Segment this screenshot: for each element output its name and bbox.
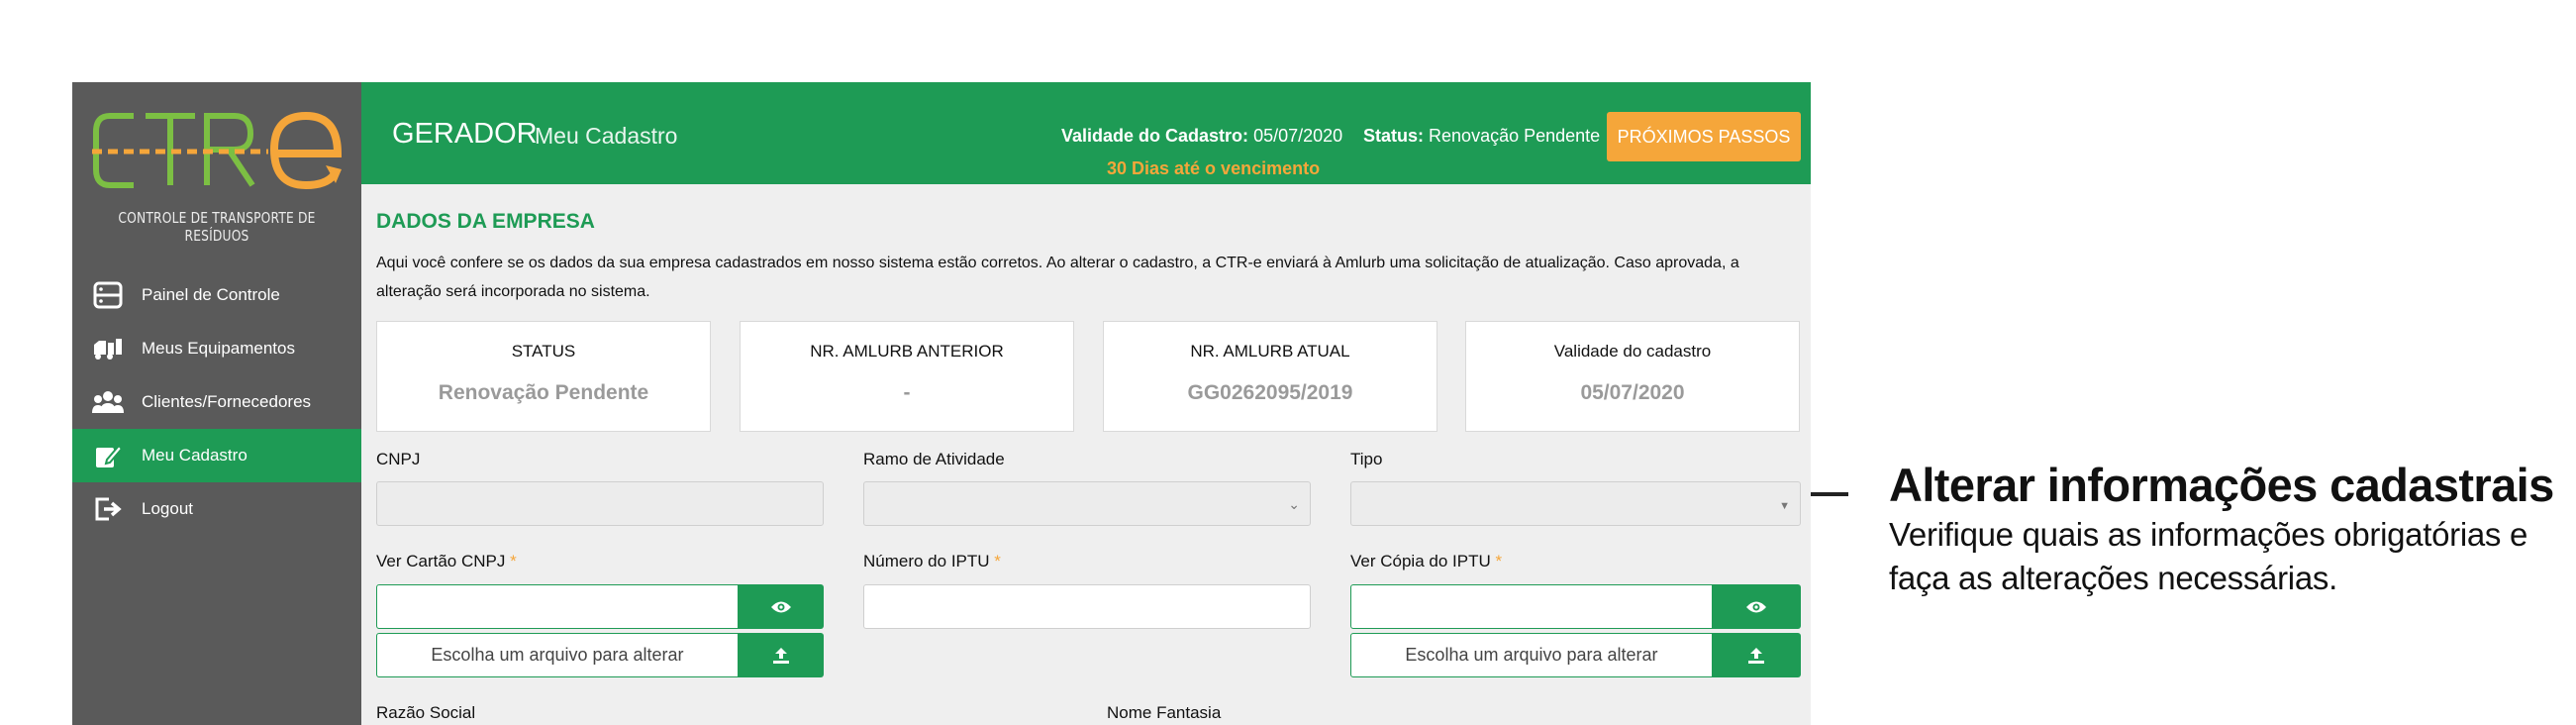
required-mark: * [1495, 552, 1503, 570]
users-icon [92, 386, 124, 418]
eye-icon [1746, 601, 1766, 612]
annotation-text: Verifique quais as informações obrigatór… [1889, 516, 2528, 596]
sidebar-item-label: Logout [142, 499, 193, 518]
upload-cnpj-button[interactable] [738, 633, 824, 677]
sidebar-nav: Painel de Controle Meus Equipamentos Cli… [72, 268, 361, 536]
status-label: Status: [1363, 126, 1425, 146]
logout-icon [92, 493, 124, 525]
validity-card: Validade do cadastro 05/07/2020 [1465, 321, 1800, 432]
card-label: NR. AMLURB ANTERIOR [810, 342, 1004, 361]
cartao-cnpj-label-text: Ver Cartão CNPJ [376, 552, 506, 570]
tipo-label: Tipo [1350, 450, 1383, 468]
section-title: DADOS DA EMPRESA [376, 210, 595, 233]
required-mark: * [510, 552, 517, 570]
sidebar-item-label: Meu Cadastro [142, 446, 248, 465]
validity-info: Validade do Cadastro: 05/07/2020 [1061, 126, 1342, 147]
amlurb-current-card: NR. AMLURB ATUAL GG0262095/2019 [1103, 321, 1437, 432]
iptu-number-label-text: Número do IPTU [863, 552, 990, 570]
card-value: 05/07/2020 [1580, 381, 1685, 404]
annotation-title: Alterar informações cadastrais [1889, 459, 2554, 511]
status-value: Renovação Pendente [1429, 126, 1601, 146]
dashboard-icon [92, 279, 124, 311]
iptu-number-input[interactable] [863, 584, 1311, 629]
view-iptu-button[interactable] [1712, 584, 1801, 629]
choose-file-cnpj[interactable]: Escolha um arquivo para alterar [376, 633, 739, 677]
razao-social-label: Razão Social [376, 703, 476, 722]
top-header: GERADOR Meu Cadastro Validade do Cadastr… [361, 82, 1811, 184]
days-remaining: 30 Dias até o vencimento [1107, 158, 1321, 178]
card-value: GG0262095/2019 [1187, 381, 1353, 404]
card-label: Validade do cadastro [1553, 342, 1712, 361]
caret-down-icon: ▼ [1779, 500, 1790, 512]
sidebar-item-clientes[interactable]: Clientes/Fornecedores [72, 375, 361, 429]
eye-icon [770, 601, 791, 612]
app-window: CONTROLE DE TRANSPORTE DE RESÍDUOS Paine… [72, 82, 1811, 725]
card-value: - [903, 381, 911, 404]
cartao-cnpj-label: Ver Cartão CNPJ * [376, 552, 517, 571]
ramo-label: Ramo de Atividade [863, 450, 1005, 468]
sidebar-item-label: Meus Equipamentos [142, 339, 295, 358]
cnpj-label: CNPJ [376, 450, 421, 468]
card-value: Renovação Pendente [438, 381, 649, 404]
page-title: GERADOR [392, 118, 538, 150]
callout-line [1811, 492, 1848, 496]
chevron-down-icon: ⌄ [1288, 496, 1300, 512]
card-label: NR. AMLURB ATUAL [1190, 342, 1350, 361]
page-subtitle: Meu Cadastro [535, 123, 678, 149]
upload-icon [1748, 647, 1764, 664]
nome-fantasia-label: Nome Fantasia [1107, 703, 1222, 722]
sidebar-item-painel[interactable]: Painel de Controle [72, 268, 361, 322]
logo-subtitle: CONTROLE DE TRANSPORTE DE RESÍDUOS [118, 209, 316, 245]
validity-label: Validade do Cadastro: [1061, 126, 1249, 146]
sidebar-item-equipamentos[interactable]: Meus Equipamentos [72, 322, 361, 375]
section-description: Aqui você confere se os dados da sua emp… [376, 255, 1739, 300]
iptu-number-label: Número do IPTU * [863, 552, 1001, 571]
iptu-copy-label: Ver Cópia do IPTU * [1350, 552, 1502, 571]
sidebar-item-label: Clientes/Fornecedores [142, 392, 312, 411]
iptu-copy-label-text: Ver Cópia do IPTU [1350, 552, 1491, 570]
next-steps-button[interactable]: PRÓXIMOS PASSOS [1607, 112, 1801, 161]
sidebar-item-logout[interactable]: Logout [72, 482, 361, 536]
ramo-select: ⌄ [863, 481, 1311, 526]
upload-icon [772, 647, 789, 664]
status-info: Status: Renovação Pendente [1363, 126, 1600, 147]
amlurb-previous-card: NR. AMLURB ANTERIOR - [740, 321, 1074, 432]
validity-value: 05/07/2020 [1253, 126, 1343, 146]
cartao-cnpj-input[interactable] [376, 584, 739, 629]
upload-iptu-button[interactable] [1712, 633, 1801, 677]
sidebar-item-label: Painel de Controle [142, 285, 280, 304]
status-card: STATUS Renovação Pendente [376, 321, 711, 432]
card-label: STATUS [511, 342, 576, 361]
truck-icon [92, 333, 124, 364]
iptu-copy-input[interactable] [1350, 584, 1713, 629]
ctre-logo [92, 111, 343, 190]
sidebar-item-cadastro[interactable]: Meu Cadastro [72, 429, 361, 482]
choose-file-iptu[interactable]: Escolha um arquivo para alterar [1350, 633, 1713, 677]
summary-cards: STATUS Renovação Pendente NR. AMLURB ANT… [376, 321, 1800, 432]
required-mark: * [994, 552, 1001, 570]
edit-icon [92, 440, 124, 471]
sidebar: CONTROLE DE TRANSPORTE DE RESÍDUOS Paine… [72, 82, 361, 725]
cnpj-field [376, 481, 824, 526]
tipo-select: ▼ [1350, 481, 1801, 526]
view-cartao-cnpj-button[interactable] [738, 584, 824, 629]
main-content: DADOS DA EMPRESA Aqui você confere se os… [361, 184, 1811, 725]
